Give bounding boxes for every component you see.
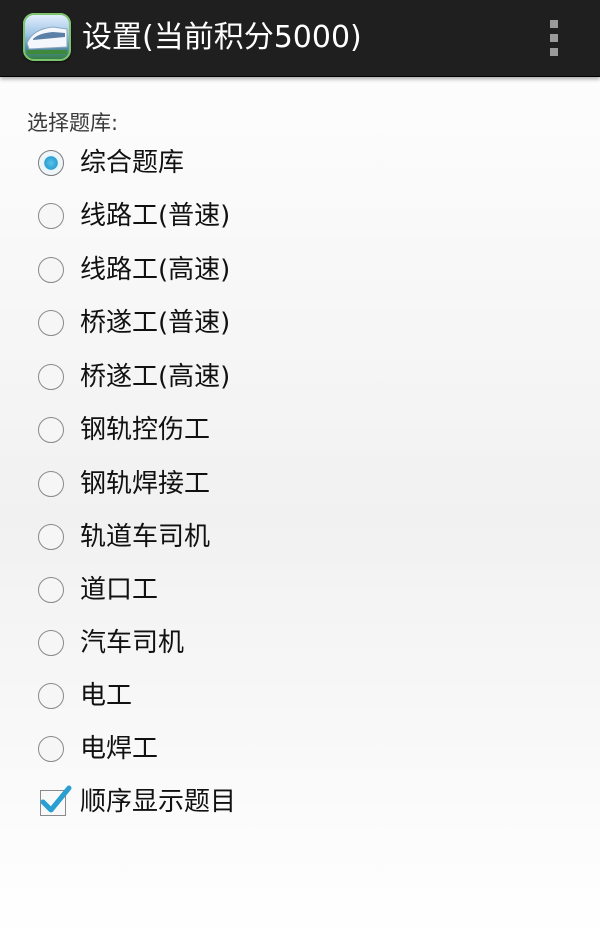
radio-button[interactable] bbox=[38, 736, 64, 762]
radio-button[interactable] bbox=[38, 577, 64, 603]
checkmark-icon bbox=[40, 785, 72, 813]
overflow-menu-icon[interactable] bbox=[540, 14, 568, 62]
checkbox-label: 顺序显示题目 bbox=[80, 787, 237, 817]
radio-button[interactable] bbox=[38, 203, 64, 229]
radio-option-label: 桥遂工(普速) bbox=[80, 308, 231, 338]
radio-option-label: 轨道车司机 bbox=[80, 522, 211, 552]
radio-option-car-driver[interactable]: 汽车司机 bbox=[28, 619, 508, 671]
radio-option-electrician[interactable]: 电工 bbox=[28, 672, 508, 724]
radio-option-comprehensive[interactable]: 综合题库 bbox=[28, 139, 508, 191]
train-icon bbox=[26, 26, 68, 54]
radio-button[interactable] bbox=[38, 630, 64, 656]
action-bar: 设置(当前积分5000) bbox=[0, 0, 600, 77]
radio-button[interactable] bbox=[38, 310, 64, 336]
radio-option-label: 电焊工 bbox=[80, 734, 159, 764]
overflow-dot bbox=[550, 20, 558, 28]
radio-option-label: 电工 bbox=[80, 681, 133, 711]
overflow-dot bbox=[550, 34, 558, 42]
question-bank-section-label: 选择题库: bbox=[27, 111, 119, 135]
radio-option-label: 道口工 bbox=[80, 575, 159, 605]
radio-option-label: 钢轨焊接工 bbox=[80, 469, 211, 499]
radio-option-crossing-keeper[interactable]: 道口工 bbox=[28, 566, 508, 618]
radio-option-track-worker-normal[interactable]: 线路工(普速) bbox=[28, 192, 508, 244]
radio-option-label: 线路工(普速) bbox=[80, 201, 231, 231]
radio-button-checked[interactable] bbox=[38, 150, 64, 176]
radio-option-label: 汽车司机 bbox=[80, 628, 185, 658]
radio-button[interactable] bbox=[38, 257, 64, 283]
radio-option-label: 桥遂工(高速) bbox=[80, 362, 231, 392]
radio-button[interactable] bbox=[38, 417, 64, 443]
radio-option-label: 综合题库 bbox=[80, 148, 185, 178]
train-app-icon[interactable] bbox=[23, 13, 71, 61]
radio-option-label: 钢轨控伤工 bbox=[80, 415, 211, 445]
checkbox-checked[interactable] bbox=[40, 785, 72, 816]
radio-option-rail-car-driver[interactable]: 轨道车司机 bbox=[28, 513, 508, 565]
radio-option-rail-welding[interactable]: 钢轨焊接工 bbox=[28, 460, 508, 512]
radio-button[interactable] bbox=[38, 524, 64, 550]
radio-button[interactable] bbox=[38, 364, 64, 390]
sequential-display-checkbox-row[interactable]: 顺序显示题目 bbox=[28, 778, 508, 830]
page-title: 设置(当前积分5000) bbox=[82, 20, 362, 55]
radio-button[interactable] bbox=[38, 471, 64, 497]
radio-option-label: 线路工(高速) bbox=[80, 255, 231, 285]
radio-option-rail-flaw-detection[interactable]: 钢轨控伤工 bbox=[28, 406, 508, 458]
overflow-dot bbox=[550, 48, 558, 56]
radio-option-bridge-tunnel-high-speed[interactable]: 桥遂工(高速) bbox=[28, 353, 508, 405]
radio-button[interactable] bbox=[38, 683, 64, 709]
radio-option-track-worker-high-speed[interactable]: 线路工(高速) bbox=[28, 246, 508, 298]
radio-option-bridge-tunnel-normal[interactable]: 桥遂工(普速) bbox=[28, 299, 508, 351]
radio-option-welder[interactable]: 电焊工 bbox=[28, 725, 508, 777]
